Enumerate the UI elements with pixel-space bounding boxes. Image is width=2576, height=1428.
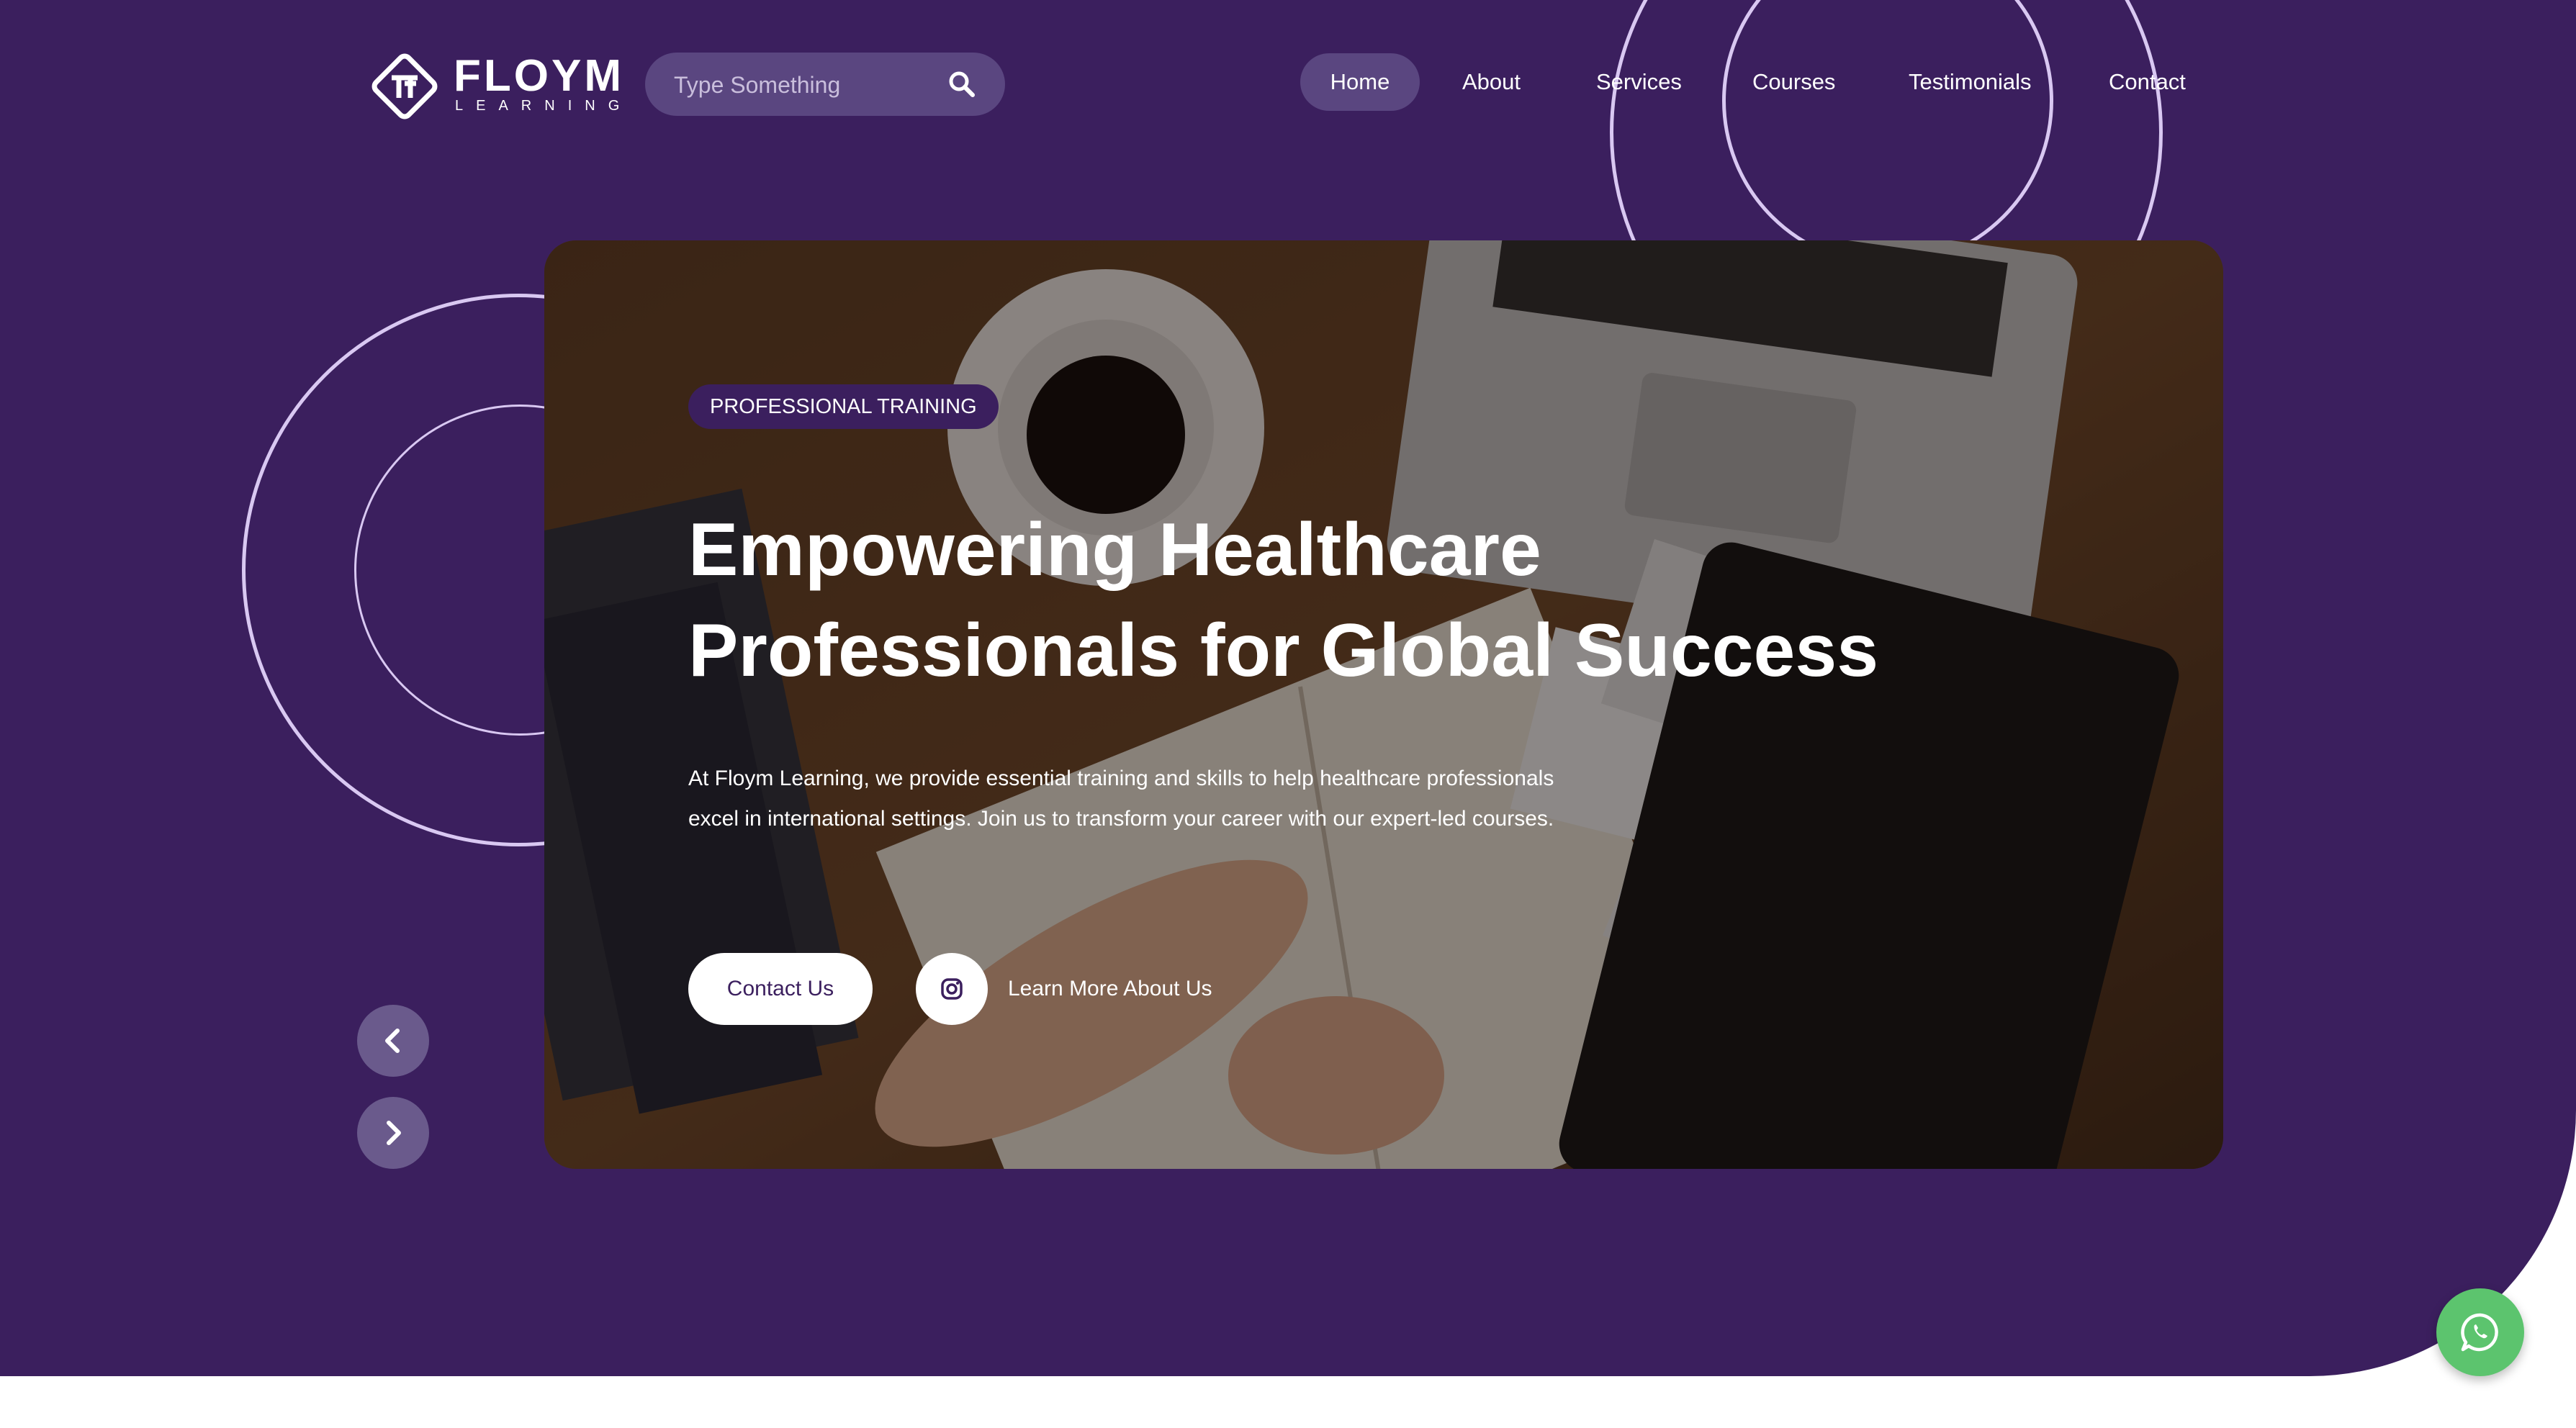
search-input[interactable] <box>672 53 935 117</box>
brand-logo[interactable]: FLOYM LEARNING <box>370 51 621 124</box>
search-box <box>645 53 1005 117</box>
instagram-button[interactable] <box>916 953 988 1025</box>
nav-services[interactable]: Services <box>1596 53 1682 111</box>
logo-mark-icon <box>371 53 438 119</box>
slider-next-button[interactable] <box>357 1097 429 1169</box>
whatsapp-icon <box>2461 1313 2498 1352</box>
instagram-icon <box>941 978 963 1000</box>
category-badge: PROFESSIONAL TRAINING <box>688 384 999 429</box>
nav-home[interactable]: Home <box>1300 53 1420 111</box>
contact-us-button[interactable]: Contact Us <box>688 953 873 1025</box>
hero-title: Empowering Healthcare Professionals for … <box>688 500 2056 701</box>
nav-testimonials[interactable]: Testimonials <box>1909 53 2032 111</box>
slider-prev-button[interactable] <box>357 1005 429 1077</box>
learn-more-link[interactable]: Learn More About Us <box>1008 953 1212 1025</box>
brand-name: FLOYM <box>454 51 624 101</box>
hero-description: At Floym Learning, we provide essential … <box>688 767 1554 831</box>
chevron-right-icon <box>387 1121 401 1145</box>
photo-overlay <box>544 240 2223 1169</box>
chevron-left-icon <box>385 1029 400 1053</box>
whatsapp-button[interactable] <box>2436 1288 2524 1376</box>
hero-card: PROFESSIONAL TRAINING Empowering Healthc… <box>544 240 2223 1169</box>
nav-about[interactable]: About <box>1462 53 1521 111</box>
brand-subtitle: LEARNING <box>455 98 633 114</box>
hero-title-line-2: Professionals for Global Success <box>688 609 1879 692</box>
search-icon[interactable] <box>947 70 976 99</box>
nav-contact[interactable]: Contact <box>2109 53 2186 111</box>
hero-title-line-1: Empowering Healthcare <box>688 508 1541 592</box>
nav-courses[interactable]: Courses <box>1752 53 1835 111</box>
